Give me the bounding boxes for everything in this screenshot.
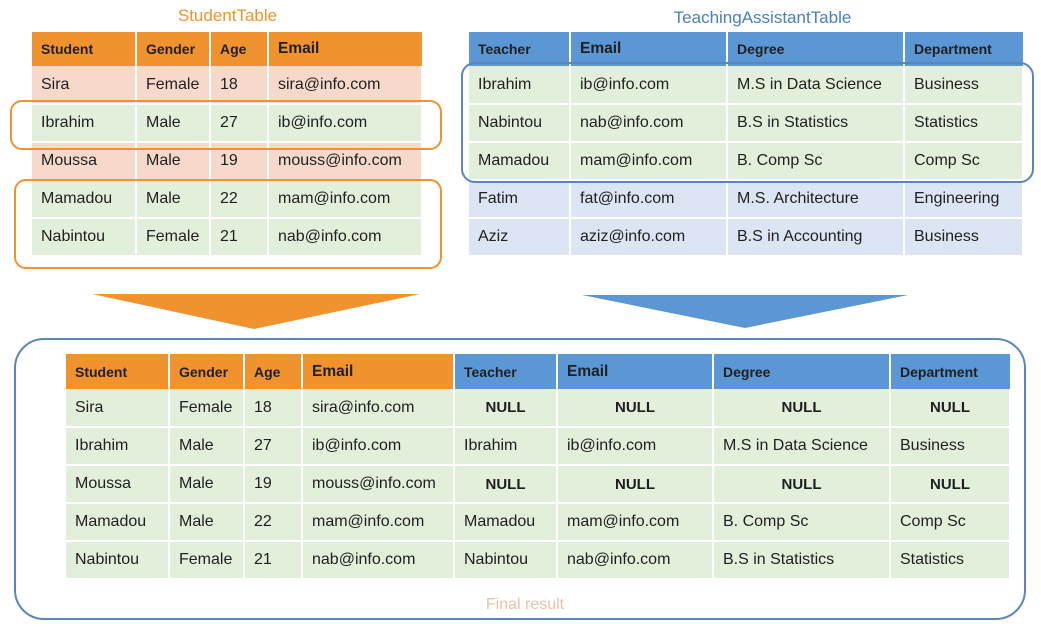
result-table-cell: Ibrahim — [454, 427, 558, 466]
final-result-caption: Final result — [485, 596, 565, 613]
result-table-cell: Comp Sc — [890, 503, 1011, 542]
result-table-cell: NULL — [557, 465, 714, 504]
result-table-cell: nab@info.com — [557, 541, 714, 580]
result-table-cell: Male — [169, 427, 245, 466]
result-table-cell: Female — [169, 389, 245, 428]
result-table-row: Nabintou Female 21 nab@info.com Nabintou nab@… — [66, 541, 1011, 580]
result-table-row: Sira Female 18 sira@info.com NULL NULL NULL NUL… — [66, 389, 1011, 428]
result-table-row: Moussa Male 19 mouss@info.com NULL NULL NULL NU… — [66, 465, 1011, 504]
result-table-cell: Mamadou — [454, 503, 558, 542]
result-table-cell: M.S in Data Science — [713, 427, 891, 466]
result-table-cell: NULL — [890, 389, 1011, 428]
result-table-row: Mamadou Male 22 mam@info.com Mamadou mam@info… — [66, 503, 1011, 542]
result-header-teacher: Teacher — [454, 354, 558, 389]
result-table-cell: Nabintou — [66, 541, 170, 580]
blue-arrow-shape — [582, 295, 908, 328]
result-table-cell: Moussa — [66, 465, 170, 504]
result-table-cell: nab@info.com — [302, 541, 455, 580]
result-table-cell: 27 — [244, 427, 303, 466]
result-table-cell: sira@info.com — [302, 389, 455, 428]
result-table-cell: B.S in Statistics — [713, 541, 891, 580]
result-table-cell: 21 — [244, 541, 303, 580]
result-table-cell: 22 — [244, 503, 303, 542]
result-table-cell: ib@info.com — [302, 427, 455, 466]
result-header-ta-email: Email — [557, 354, 714, 389]
result-header-email: Email — [302, 354, 455, 389]
result-table-cell: Male — [169, 503, 245, 542]
result-table-cell: NULL — [890, 465, 1011, 504]
result-table-cell: B. Comp Sc — [713, 503, 891, 542]
result-table: Student Gender Age Email Teacher Email D… — [66, 354, 1011, 580]
result-table-cell: NULL — [557, 389, 714, 428]
result-header-department: Department — [890, 354, 1010, 389]
result-table-cell: Male — [169, 465, 245, 504]
result-table-cell: ib@info.com — [557, 427, 714, 466]
result-table-cell: Statistics — [890, 541, 1011, 580]
result-table-cell: NULL — [454, 389, 558, 428]
result-table-cell: mam@info.com — [302, 503, 455, 542]
result-table-cell: 18 — [244, 389, 303, 428]
result-table-row: Ibrahim Male 27 ib@info.com Ibrahim ib@info.c… — [66, 427, 1011, 466]
result-table-cell: 19 — [244, 465, 303, 504]
result-table-cell: NULL — [454, 465, 558, 504]
result-table-cell: Business — [890, 427, 1011, 466]
result-table-cell: NULL — [713, 465, 891, 504]
result-table-cell: Ibrahim — [66, 427, 170, 466]
result-table-cell: mouss@info.com — [302, 465, 455, 504]
result-table-cell: mam@info.com — [557, 503, 714, 542]
result-table-cell: Mamadou — [66, 503, 170, 542]
result-table-cell: Sira — [66, 389, 170, 428]
result-table-cell: Female — [169, 541, 245, 580]
result-header-age: Age — [244, 354, 303, 389]
result-header-degree: Degree — [713, 354, 891, 389]
result-header-gender: Gender — [169, 354, 245, 389]
result-header-student: Student — [66, 354, 170, 389]
result-table-cell: Nabintou — [454, 541, 558, 580]
result-table-cell: NULL — [713, 389, 891, 428]
orange-arrow-shape — [92, 294, 420, 329]
